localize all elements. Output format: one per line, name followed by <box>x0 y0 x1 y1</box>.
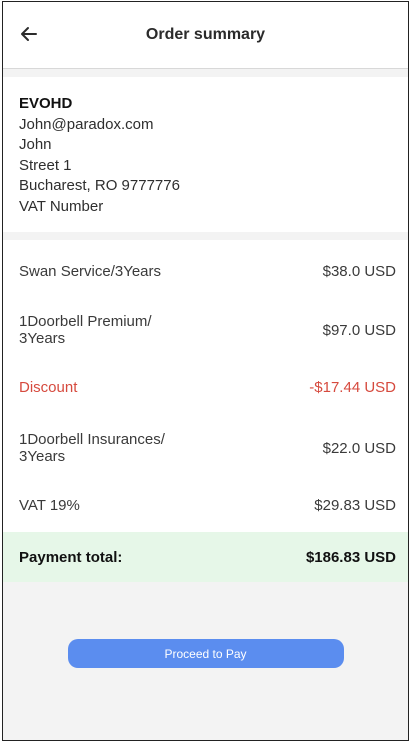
email-text: John@paradox.com <box>19 115 154 133</box>
line-item-label: Swan Service/3Years <box>19 262 162 280</box>
line-item-value: $29.83 USD <box>314 497 396 514</box>
pay-button-container: Proceed to Pay <box>3 639 408 668</box>
billing-address: EVOHD John@paradox.com John Street 1 Buc… <box>3 77 408 232</box>
line-item-label: 1Doorbell Insurances/ 3Years <box>19 431 165 465</box>
line-item-swan-service: Swan Service/3Years $38.0 USD <box>3 240 408 302</box>
order-items: Swan Service/3Years $38.0 USD 1Doorbell … <box>3 240 408 532</box>
app-header: Order summary <box>3 2 408 69</box>
line-item-value: -$17.44 USD <box>309 379 396 396</box>
order-summary-screen: Order summary EVOHD John@paradox.com Joh… <box>2 1 409 741</box>
line-item-label: Discount <box>19 379 78 396</box>
payment-total-row: Payment total: $186.83 USD <box>3 532 408 582</box>
line-item-value: $22.0 USD <box>322 439 396 457</box>
line-item-discount: Discount -$17.44 USD <box>3 358 408 417</box>
city-text: Bucharest, RO 9777776 <box>19 177 180 194</box>
street-text: Street 1 <box>19 156 72 174</box>
line-item-value: $38.0 USD <box>322 262 396 280</box>
customer-name: John <box>19 136 52 153</box>
vat-number-text: VAT Number <box>19 197 104 215</box>
payment-total-label: Payment total: <box>19 548 123 566</box>
line-item-value: $97.0 USD <box>322 321 396 339</box>
line-item-doorbell-insurances: 1Doorbell Insurances/ 3Years $22.0 USD <box>3 417 408 479</box>
proceed-to-pay-button[interactable]: Proceed to Pay <box>67 639 344 668</box>
arrow-left-icon[interactable] <box>19 24 39 44</box>
line-item-doorbell-premium: 1Doorbell Premium/ 3Years $97.0 USD <box>3 302 408 358</box>
line-item-label: VAT 19% <box>19 497 80 514</box>
page-title: Order summary <box>145 26 266 43</box>
line-item-label: 1Doorbell Premium/ 3Years <box>19 313 152 347</box>
company-name: EVOHD <box>19 95 73 112</box>
line-item-vat: VAT 19% $29.83 USD <box>3 479 408 532</box>
payment-total-value: $186.83 USD <box>305 548 396 566</box>
